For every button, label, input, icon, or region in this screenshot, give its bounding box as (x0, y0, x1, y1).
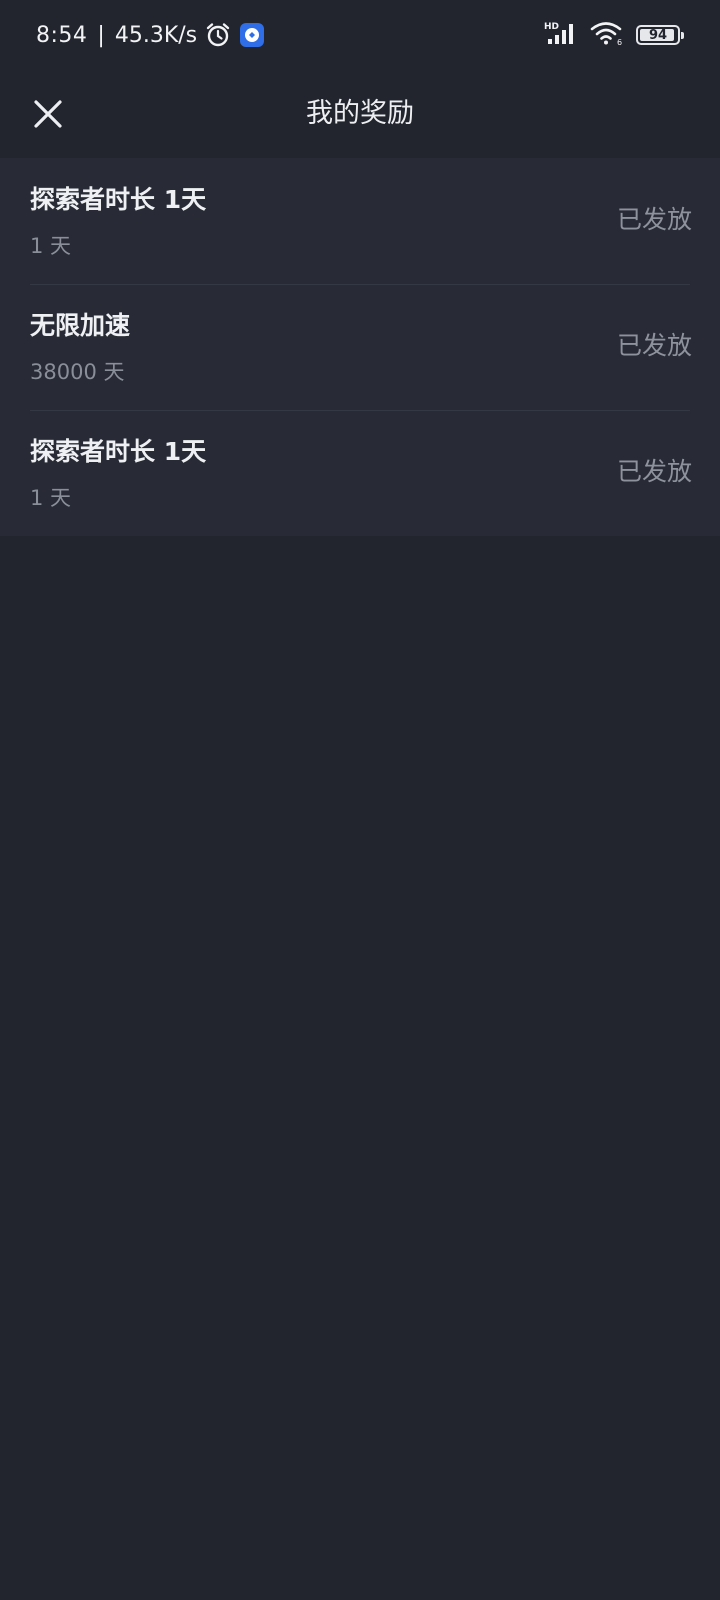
reward-list: 探索者时长 1天 1 天 已发放 无限加速 38000 天 已发放 探索者时长 … (0, 158, 720, 536)
reward-item[interactable]: 无限加速 38000 天 已发放 (0, 284, 720, 410)
reward-status: 已发放 (616, 331, 692, 360)
page-title: 我的奖励 (306, 98, 414, 129)
app-notification-icon (239, 22, 265, 48)
reward-name: 无限加速 (30, 311, 131, 340)
status-bar: 8:54 | 45.3K/s HD 6 94 (0, 0, 720, 70)
network-speed: 45.3K/s (114, 22, 198, 48)
status-separator: | (97, 22, 105, 48)
wifi-icon: 6 (590, 20, 624, 50)
status-time: 8:54 (36, 22, 88, 48)
status-left: 8:54 | 45.3K/s (36, 17, 265, 53)
alarm-icon (205, 22, 231, 48)
reward-name: 探索者时长 1天 (30, 185, 207, 214)
reward-duration: 1 天 (30, 486, 72, 510)
rewards-screen: 8:54 | 45.3K/s HD 6 94 我的奖励 探索者时长 1天 1 天… (0, 0, 720, 1600)
reward-status: 已发放 (616, 205, 692, 234)
reward-status: 已发放 (616, 457, 692, 486)
reward-item[interactable]: 探索者时长 1天 1 天 已发放 (0, 410, 720, 536)
battery-cap (681, 32, 684, 39)
reward-item[interactable]: 探索者时长 1天 1 天 已发放 (0, 158, 720, 284)
battery-icon: 94 (636, 25, 684, 45)
reward-duration: 38000 天 (30, 360, 125, 384)
signal-icon: HD (544, 20, 578, 50)
status-right: HD 6 94 (544, 17, 684, 53)
reward-name: 探索者时长 1天 (30, 437, 207, 466)
reward-duration: 1 天 (30, 234, 72, 258)
svg-text:HD: HD (544, 22, 559, 32)
header: 我的奖励 (0, 70, 720, 158)
wifi-label: 6 (617, 38, 622, 46)
battery-level: 94 (648, 27, 668, 43)
